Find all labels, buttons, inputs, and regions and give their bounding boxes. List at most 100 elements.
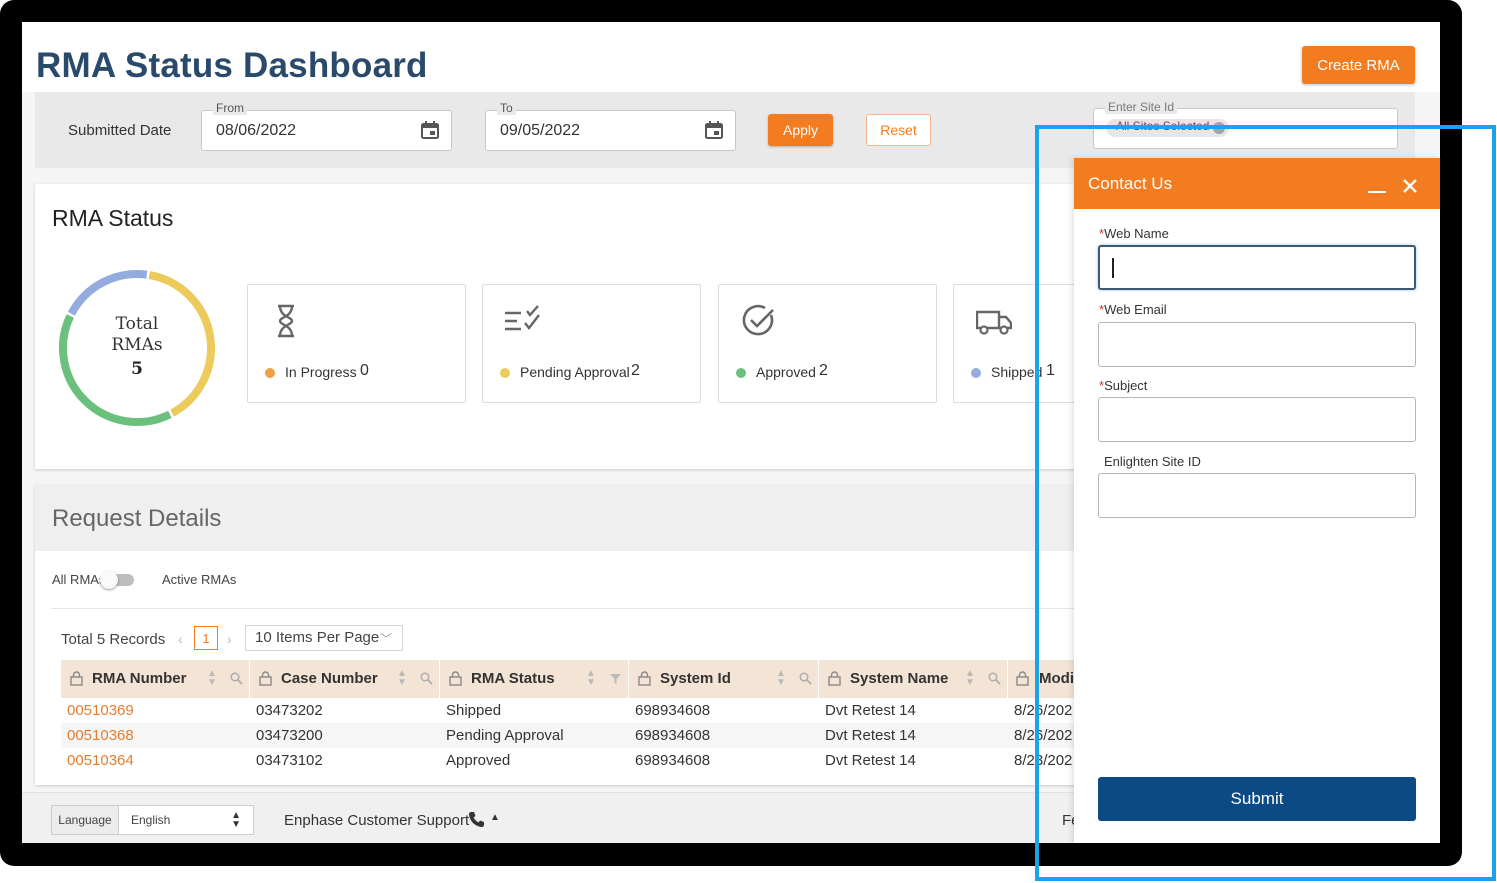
web-email-input[interactable] [1098, 322, 1416, 367]
site-chip-label: All Sites Selected [1116, 119, 1210, 133]
top-strip [22, 22, 1440, 34]
language-label: Language [52, 806, 119, 834]
column-label: Case Number [281, 670, 378, 687]
table-cell: 698934608 [635, 752, 711, 769]
apply-button[interactable]: Apply [768, 114, 833, 146]
table-cell: Dvt Retest 14 [825, 727, 916, 744]
total-records: Total 5 Records [61, 631, 166, 648]
lock-icon [259, 671, 272, 686]
active-rmas-label: Active RMAs [162, 572, 237, 587]
contact-us-header: Contact Us [1074, 158, 1440, 209]
table-cell: 03473202 [256, 702, 323, 719]
items-per-page-value: 10 Items Per Page [255, 629, 380, 646]
chip-remove-icon[interactable] [1213, 122, 1226, 134]
subject-input[interactable] [1098, 397, 1416, 442]
status-count: 2 [819, 362, 828, 379]
lock-icon [70, 671, 83, 686]
next-page-icon[interactable]: › [227, 631, 232, 647]
search-icon[interactable] [988, 672, 1001, 685]
from-date-field[interactable]: From 08/06/2022 [201, 101, 452, 151]
to-value: 09/05/2022 [500, 122, 581, 139]
sort-icon[interactable]: ▲ ▼ [397, 669, 407, 688]
sort-icon[interactable]: ▲ ▼ [965, 669, 975, 688]
table-cell: 8/26/202 [1014, 727, 1073, 744]
contact-us-title: Contact Us [1088, 174, 1173, 193]
status-label: Approved [756, 364, 816, 380]
sort-icon[interactable]: ▲ ▼ [207, 669, 217, 688]
status-dot [971, 368, 981, 378]
caret-up-icon[interactable]: ▲ [490, 812, 500, 823]
lock-icon [638, 671, 651, 686]
calendar-icon[interactable] [704, 120, 724, 140]
chevron-down-icon: ﹀ [379, 632, 392, 646]
donut-label: Total RMAs [57, 314, 217, 356]
close-icon[interactable] [1402, 178, 1418, 194]
lock-icon [1016, 671, 1029, 686]
site-chip[interactable]: All Sites Selected [1106, 119, 1230, 137]
language-select[interactable]: Language English ▲ ▼ [51, 805, 254, 835]
rma-status-title: RMA Status [52, 205, 174, 231]
page-number[interactable]: 1 [194, 626, 218, 650]
reset-button[interactable]: Reset [866, 114, 931, 146]
filter-icon[interactable] [609, 672, 622, 685]
app-screen: RMA Status Dashboard Create RMA Submitte… [22, 22, 1440, 843]
check-circle-icon [742, 304, 774, 336]
status-count: 0 [360, 362, 369, 379]
subject-label-text: Subject [1104, 378, 1148, 393]
column-label: Modi [1039, 670, 1074, 687]
language-value: English [131, 813, 171, 827]
web-name-input[interactable] [1098, 245, 1416, 290]
search-icon[interactable] [230, 672, 243, 685]
donut-segment-shipped [67, 270, 148, 316]
status-dot [265, 368, 275, 378]
page-title: RMA Status Dashboard [36, 46, 428, 85]
calendar-icon[interactable] [420, 120, 440, 140]
phone-icon[interactable] [468, 811, 485, 828]
status-card-pending-approval[interactable]: Pending Approval 2 [482, 284, 701, 403]
column-header-rma-number[interactable]: RMA Number ▲ ▼ [61, 660, 250, 698]
column-header-system-id[interactable]: System Id ▲ ▼ [629, 660, 819, 698]
lock-icon [449, 671, 462, 686]
rma-filter-toggle[interactable] [100, 571, 134, 589]
sort-icon[interactable]: ▲ ▼ [776, 669, 786, 688]
rma-number-link[interactable]: 00510369 [67, 702, 134, 719]
donut-label-line-1: Total [115, 314, 159, 334]
minimize-icon[interactable] [1368, 191, 1386, 193]
customer-support-link[interactable]: Enphase Customer Support [284, 812, 469, 829]
items-per-page-select[interactable]: 10 Items Per Page ﹀ [245, 625, 403, 651]
contact-us-panel: Contact Us *Web Name *Web Email *Subject… [1074, 158, 1440, 843]
web-name-label: *Web Name [1099, 226, 1169, 241]
web-email-label-text: Web Email [1104, 302, 1167, 317]
table-cell: Pending Approval [446, 727, 564, 744]
column-header-case-number[interactable]: Case Number ▲ ▼ [250, 660, 440, 698]
column-label: RMA Number [92, 670, 187, 687]
site-id-input[interactable] [1098, 473, 1416, 518]
search-icon[interactable] [799, 672, 812, 685]
column-header-rma-status[interactable]: RMA Status ▲ ▼ [440, 660, 629, 698]
submitted-date-label: Submitted Date [68, 122, 172, 139]
site-id-field[interactable]: Enter Site Id All Sites Selected [1093, 100, 1398, 149]
column-header-system-name[interactable]: System Name ▲ ▼ [819, 660, 1008, 698]
create-rma-button[interactable]: Create RMA [1302, 46, 1415, 84]
lock-icon [828, 671, 841, 686]
prev-page-icon[interactable]: ‹ [178, 631, 183, 647]
status-card-in-progress[interactable]: In Progress 0 [247, 284, 466, 403]
status-dot [736, 368, 746, 378]
subject-label: *Subject [1099, 378, 1147, 393]
table-cell: Shipped [446, 702, 502, 719]
web-name-label-text: Web Name [1104, 226, 1169, 241]
search-icon[interactable] [420, 672, 433, 685]
status-card-approved[interactable]: Approved 2 [718, 284, 937, 403]
table-cell: Dvt Retest 14 [825, 702, 916, 719]
hourglass-icon [278, 304, 294, 338]
status-label: Shipped [991, 364, 1043, 380]
rma-number-link[interactable]: 00510364 [67, 752, 134, 769]
to-date-field[interactable]: To 09/05/2022 [485, 101, 736, 151]
donut-label-line-2: RMAs [111, 335, 163, 355]
from-value: 08/06/2022 [216, 122, 297, 139]
sort-icon[interactable]: ▲ ▼ [586, 669, 596, 688]
rma-number-link[interactable]: 00510368 [67, 727, 134, 744]
status-dot [500, 368, 510, 378]
filter-bar: Submitted Date From 08/06/2022 To 09/05/… [35, 92, 1415, 168]
submit-button[interactable]: Submit [1098, 777, 1416, 821]
